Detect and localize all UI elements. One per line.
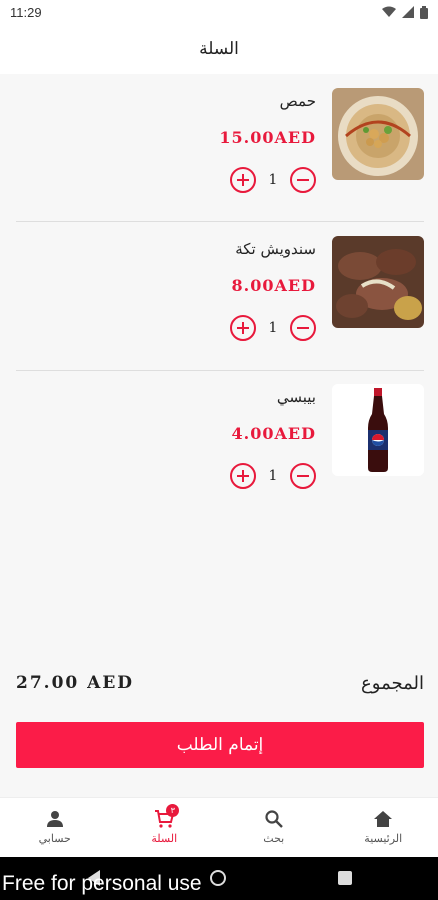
total-label: المجموع <box>361 672 424 694</box>
nav-home[interactable]: الرئيسية <box>343 810 423 845</box>
plus-icon <box>237 174 249 186</box>
nav-label: بحث <box>263 832 285 845</box>
quantity-stepper: 1 <box>230 167 316 193</box>
item-price: 15.00AED <box>219 128 316 147</box>
cart-badge: ٣ <box>166 804 180 817</box>
cart-item-pepsi: بيبسي 4.00AED 1 <box>16 370 424 518</box>
checkout-label: إتمام الطلب <box>176 735 264 755</box>
item-name: بيبسي <box>276 388 316 406</box>
minus-icon <box>297 327 309 329</box>
home-icon <box>374 811 393 827</box>
nav-cart[interactable]: ٣ السلة <box>124 804 204 845</box>
item-name: حمص <box>279 92 316 110</box>
plus-icon <box>237 470 249 482</box>
page-title: السلة <box>199 39 239 59</box>
plus-button[interactable] <box>230 463 256 489</box>
checkout-button[interactable]: إتمام الطلب <box>16 722 424 768</box>
item-price: 8.00AED <box>231 276 316 295</box>
watermark: Free for personal use <box>2 872 202 895</box>
status-icons <box>382 5 428 19</box>
total-amount: 27.00 AED <box>16 673 135 693</box>
quantity-stepper: 1 <box>230 315 316 341</box>
minus-icon <box>297 179 309 181</box>
bottom-nav: حسابي ٣ السلة بحث الرئيسية <box>0 797 438 857</box>
item-price: 4.00AED <box>231 424 316 443</box>
hummus-image <box>332 88 424 180</box>
minus-button[interactable] <box>290 315 316 341</box>
battery-icon <box>420 5 428 19</box>
plus-button[interactable] <box>230 167 256 193</box>
plus-button[interactable] <box>230 315 256 341</box>
item-name: سندويش تكة <box>235 240 316 258</box>
tikka-image <box>332 236 424 328</box>
cart-item-hummus: حمص 15.00AED 1 <box>16 74 424 222</box>
status-bar: 11:29 <box>0 0 438 24</box>
total-row: 27.00 AED المجموع <box>16 668 424 698</box>
nav-label: حسابي <box>38 832 71 845</box>
nav-search[interactable]: بحث <box>234 810 314 845</box>
pepsi-image <box>332 384 424 476</box>
nav-account[interactable]: حسابي <box>15 810 95 845</box>
home-circle-icon[interactable] <box>210 870 226 886</box>
minus-icon <box>297 475 309 477</box>
search-icon <box>265 810 283 828</box>
quantity-value: 1 <box>268 468 278 484</box>
signal-icon <box>402 6 414 18</box>
nav-label: السلة <box>151 832 178 845</box>
quantity-value: 1 <box>268 172 278 188</box>
cart-item-tikka: سندويش تكة 8.00AED 1 <box>16 222 424 370</box>
status-time: 11:29 <box>10 4 42 20</box>
quantity-stepper: 1 <box>230 463 316 489</box>
wifi-icon <box>382 6 396 17</box>
recent-apps-icon[interactable] <box>338 871 352 885</box>
app-header: السلة <box>0 24 438 74</box>
person-icon <box>46 811 63 827</box>
nav-label: الرئيسية <box>364 832 403 845</box>
minus-button[interactable] <box>290 463 316 489</box>
minus-button[interactable] <box>290 167 316 193</box>
plus-icon <box>237 322 249 334</box>
quantity-value: 1 <box>268 320 278 336</box>
